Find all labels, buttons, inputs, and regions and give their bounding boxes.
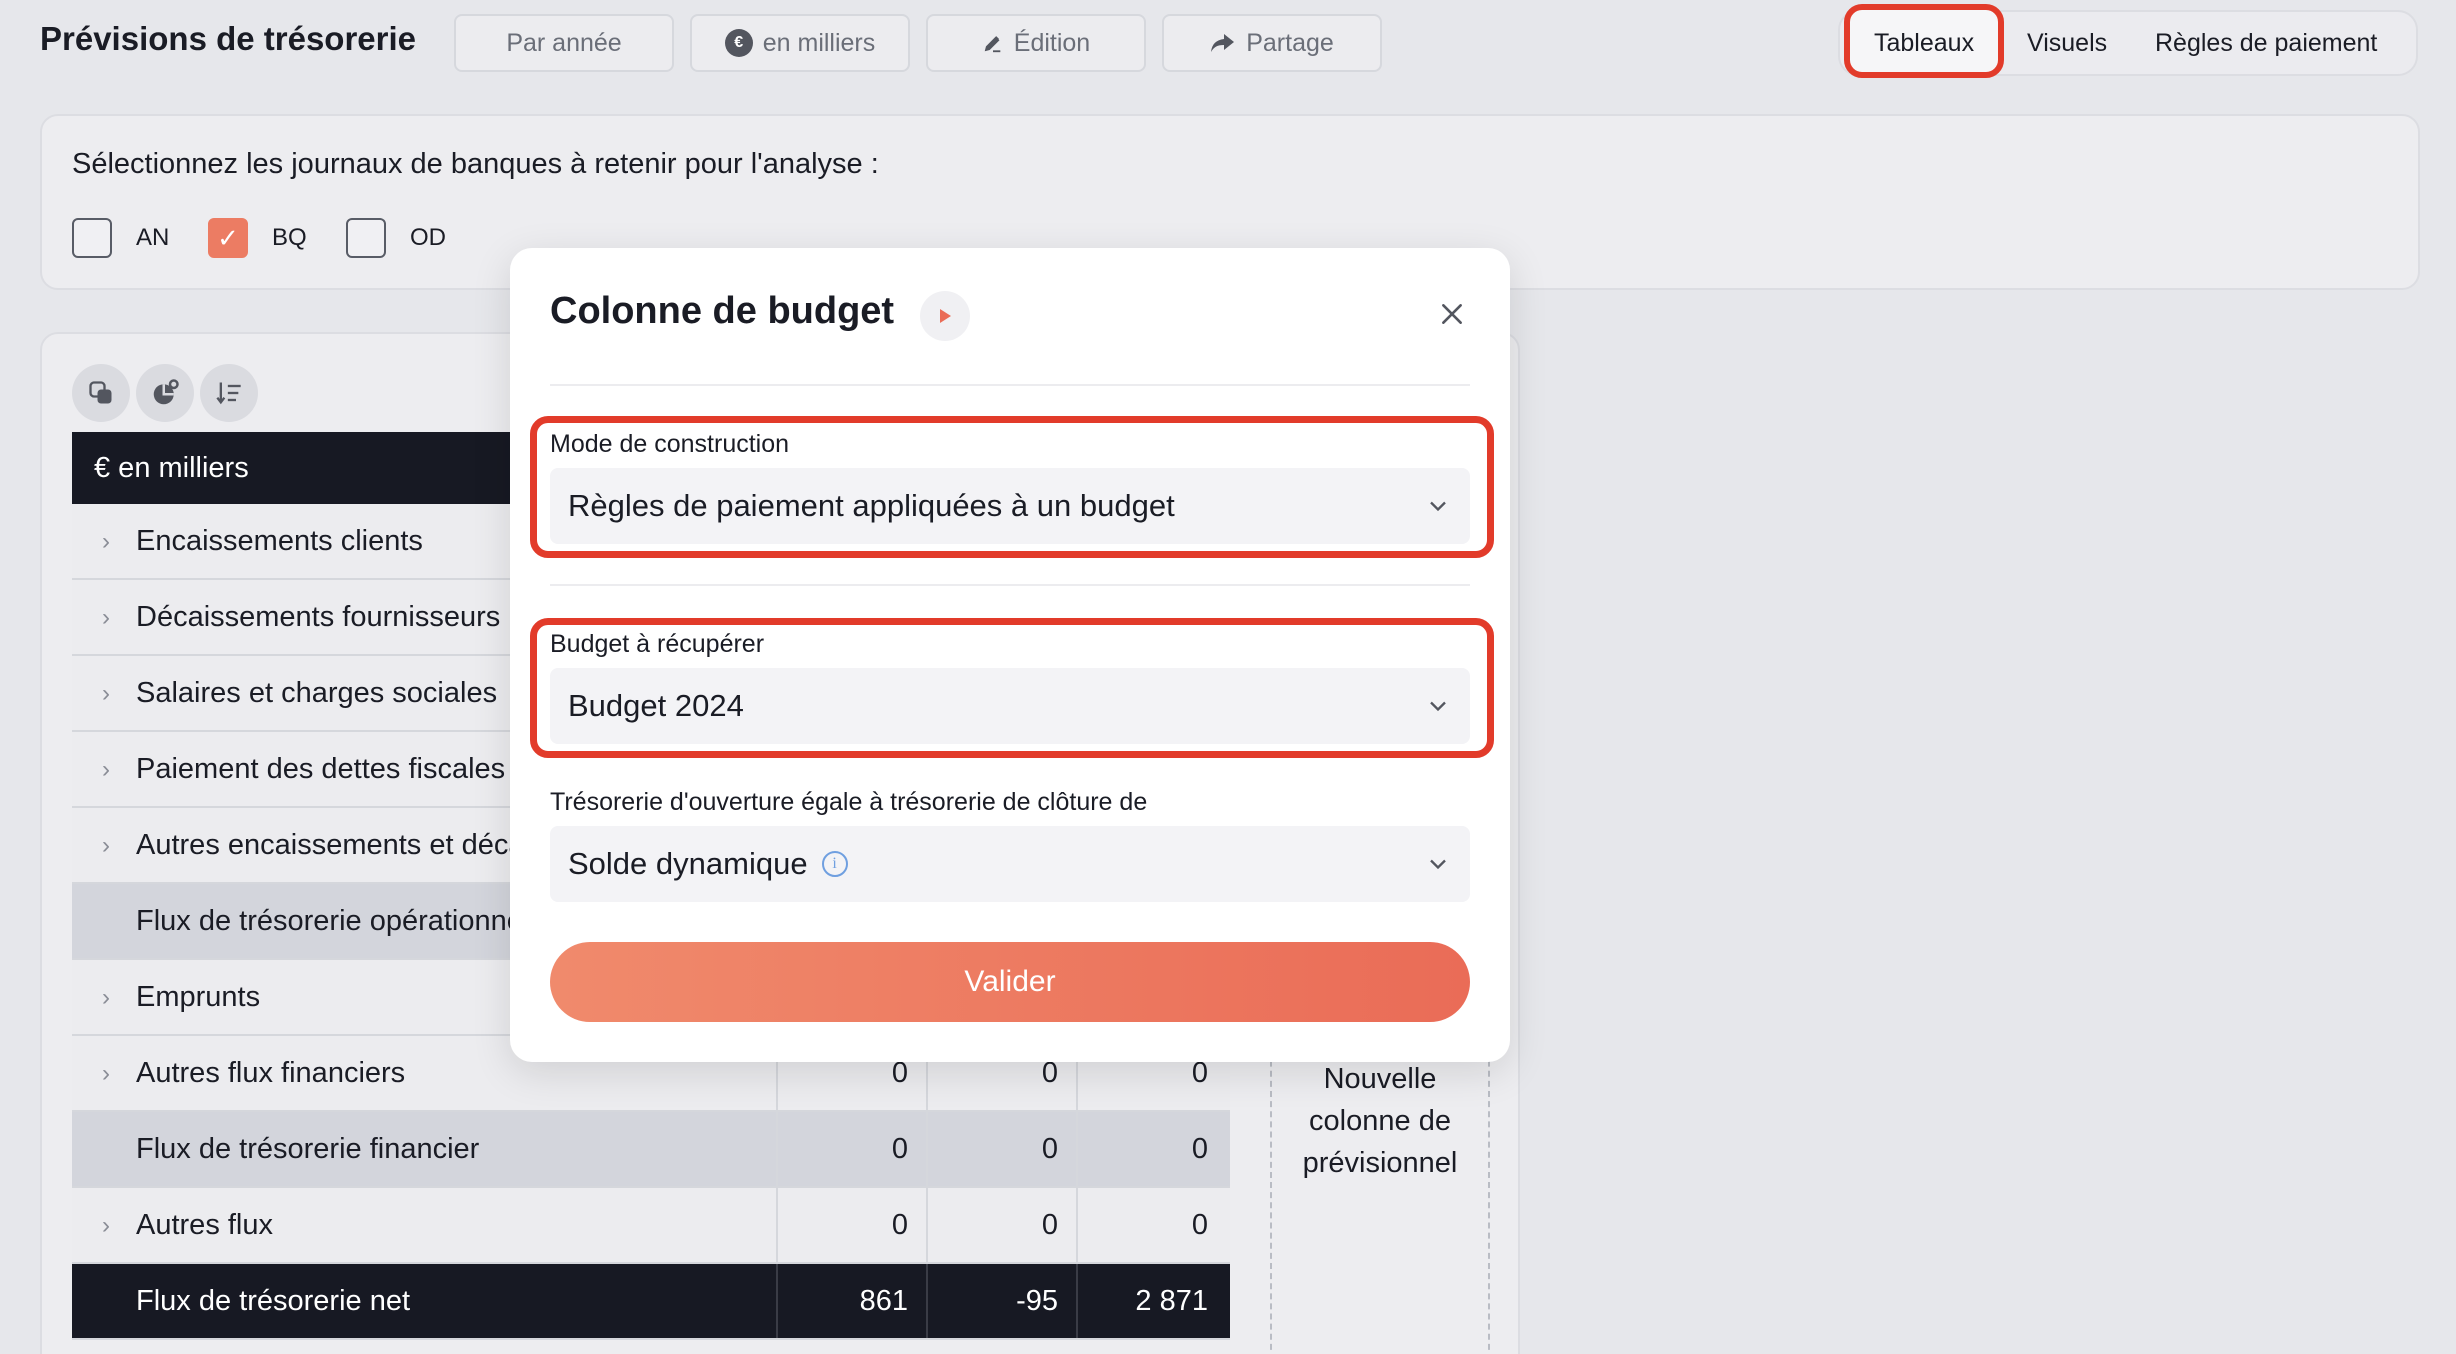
chevron-down-icon (1430, 859, 1446, 870)
checkbox-an-label: AN (136, 224, 170, 251)
row-label: Autres flux financiers (136, 1056, 406, 1089)
construction-mode-value: Règles de paiement appliquées à un budge… (568, 488, 1175, 523)
checkmark-icon: ✓ (217, 222, 239, 253)
row-label: Décaissements fournisseurs (136, 600, 501, 633)
table-cell: 2 871 (1076, 1264, 1226, 1338)
chevron-down-icon (1430, 701, 1446, 712)
copy-icon[interactable] (72, 364, 130, 422)
checkbox-od[interactable] (346, 218, 386, 258)
row-label: Salaires et charges sociales (136, 676, 498, 709)
chevron-right-icon: › (102, 832, 110, 859)
chevron-right-icon: › (102, 604, 110, 631)
table-row[interactable]: › Autres flux 0 0 0 (72, 1188, 1230, 1264)
opening-cash-value: Solde dynamique (568, 846, 808, 881)
chart-settings-icon[interactable] (136, 364, 194, 422)
by-year-label: Par année (506, 28, 622, 57)
opening-cash-select[interactable]: Solde dynamique i (550, 826, 1470, 902)
chevron-right-icon: › (102, 984, 110, 1011)
budget-value: Budget 2024 (568, 688, 744, 723)
edit-button[interactable]: Édition (926, 14, 1146, 72)
tab-tableaux[interactable]: Tableaux (1874, 12, 1974, 74)
journal-selection-label: Sélectionnez les journaux de banques à r… (72, 148, 879, 180)
pencil-icon (982, 32, 1004, 54)
euro-icon: € (724, 29, 753, 57)
sort-icon[interactable] (200, 364, 258, 422)
chevron-right-icon: › (102, 1060, 110, 1087)
divider (550, 384, 1470, 386)
table-cell: 0 (1076, 1188, 1226, 1262)
budget-column-modal: Colonne de budget Mode de construction R… (510, 248, 1510, 1062)
row-label: Encaissements clients (136, 524, 423, 557)
units-label: en milliers (762, 28, 876, 57)
edit-label: Édition (1013, 28, 1091, 57)
checkbox-od-label: OD (410, 224, 446, 251)
checkbox-bq[interactable]: ✓ (208, 218, 248, 258)
row-label: Flux de trésorerie net (136, 1284, 411, 1317)
validate-button[interactable]: Valider (550, 942, 1470, 1022)
chevron-down-icon (1430, 501, 1446, 512)
table-cell: 0 (926, 1112, 1076, 1186)
chevron-right-icon: › (102, 756, 110, 783)
chevron-right-icon: › (102, 680, 110, 707)
opening-cash-label: Trésorerie d'ouverture égale à trésoreri… (550, 788, 1148, 816)
budget-select[interactable]: Budget 2024 (550, 668, 1470, 744)
table-cell: 0 (1076, 1112, 1226, 1186)
checkbox-an[interactable] (72, 218, 112, 258)
by-year-button[interactable]: Par année (454, 14, 674, 72)
table-cell: -95 (926, 1264, 1076, 1338)
info-icon[interactable]: i (821, 851, 848, 877)
share-button[interactable]: Partage (1162, 14, 1382, 72)
chevron-right-icon: › (102, 1212, 110, 1239)
new-forecast-column-label: Nouvelle colonne de prévisionnel (1302, 1063, 1458, 1179)
budget-label: Budget à récupérer (550, 630, 765, 658)
construction-mode-label: Mode de construction (550, 430, 790, 458)
row-label: Flux de trésorerie financier (136, 1132, 480, 1165)
tab-payment-rules[interactable]: Règles de paiement (2155, 12, 2377, 74)
table-cell: 861 (776, 1264, 926, 1338)
row-label: Flux de trésorerie opérationnel (136, 904, 530, 937)
table-header-units: € en milliers (72, 432, 522, 504)
table-cell: 0 (776, 1112, 926, 1186)
page-title: Prévisions de trésorerie (40, 20, 417, 57)
chevron-right-icon: › (102, 528, 110, 555)
row-label: Emprunts (136, 980, 261, 1013)
play-video-icon[interactable] (920, 291, 970, 341)
divider (550, 584, 1470, 586)
share-label: Partage (1246, 28, 1334, 57)
row-label: Paiement des dettes fiscales (136, 752, 506, 785)
table-row-total: Flux de trésorerie net 861 -95 2 871 (72, 1264, 1230, 1340)
table-cell: 0 (776, 1188, 926, 1262)
tab-visuels[interactable]: Visuels (2027, 12, 2107, 74)
table-cell: 0 (926, 1188, 1076, 1262)
checkbox-bq-label: BQ (272, 224, 307, 251)
construction-mode-select[interactable]: Règles de paiement appliquées à un budge… (550, 468, 1470, 544)
units-button[interactable]: € en milliers (690, 14, 910, 72)
share-icon (1210, 32, 1236, 54)
row-label: Autres flux (136, 1208, 273, 1241)
close-icon[interactable] (1430, 292, 1474, 336)
modal-title: Colonne de budget (550, 290, 895, 332)
table-row-subtotal: Flux de trésorerie financier 0 0 0 (72, 1112, 1230, 1188)
